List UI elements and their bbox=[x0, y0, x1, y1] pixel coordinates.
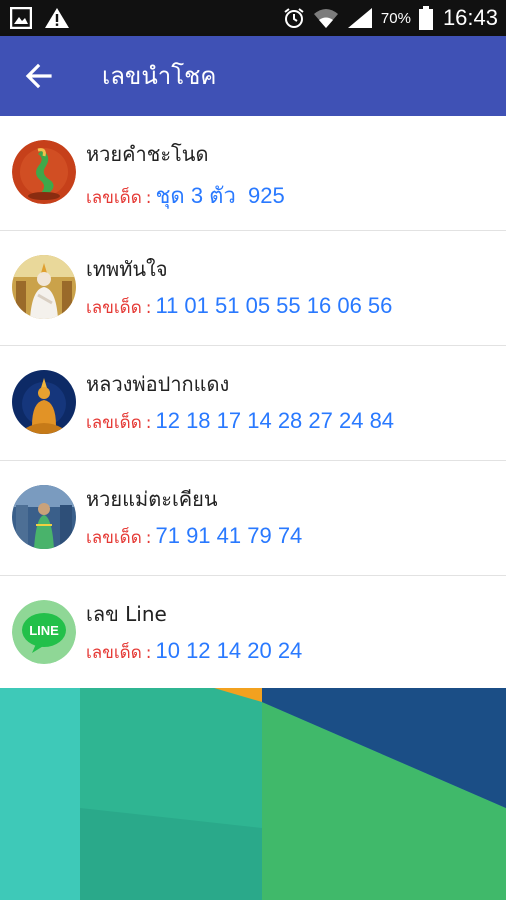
lucky-number-list: หวยคำชะโนด เลขเด็ด: ชุด 3 ตัว 925 เทพทันใ… bbox=[0, 116, 506, 691]
app-bar: เลขนำโชค bbox=[0, 36, 506, 116]
battery-percent: 70% bbox=[380, 9, 411, 27]
list-item[interactable]: หวยแม่ตะเคียน เลขเด็ด:71 91 41 79 74 bbox=[0, 461, 506, 576]
lucky-label: เลขเด็ด bbox=[86, 413, 142, 433]
back-button[interactable] bbox=[20, 58, 58, 94]
lucky-label: เลขเด็ด bbox=[86, 298, 142, 318]
item-detail: เลขเด็ด:71 91 41 79 74 bbox=[86, 523, 302, 551]
list-item[interactable]: หลวงพ่อปากแดง เลขเด็ด:12 18 17 14 28 27 … bbox=[0, 346, 506, 461]
buddha-avatar bbox=[12, 370, 76, 434]
lucky-label: เลขเด็ด bbox=[86, 188, 142, 208]
item-name: เทพทันใจ bbox=[86, 257, 168, 281]
item-detail: เลขเด็ด:11 01 51 05 55 16 06 56 bbox=[86, 293, 392, 321]
signal-icon bbox=[347, 8, 372, 28]
clock: 16:43 bbox=[442, 5, 498, 30]
wifi-icon bbox=[313, 9, 338, 28]
tree-spirit-avatar bbox=[12, 485, 76, 549]
lucky-numbers: 11 01 51 05 55 16 06 56 bbox=[155, 293, 393, 318]
item-name: เลข Line bbox=[86, 602, 167, 626]
label-separator: : bbox=[145, 298, 152, 318]
list-item[interactable]: LINE เลข Line เลขเด็ด:10 12 14 20 24 bbox=[0, 576, 506, 691]
line-logo-text: LINE bbox=[29, 623, 59, 638]
item-detail: เลขเด็ด: ชุด 3 ตัว 925 bbox=[86, 178, 285, 213]
lucky-numbers: 71 91 41 79 74 bbox=[155, 523, 303, 548]
item-detail: เลขเด็ด:10 12 14 20 24 bbox=[86, 638, 302, 666]
label-separator: : bbox=[145, 188, 152, 208]
item-name: หวยคำชะโนด bbox=[86, 142, 209, 166]
item-name: หวยแม่ตะเคียน bbox=[86, 487, 218, 511]
alarm-icon bbox=[284, 8, 304, 28]
list-item[interactable]: หวยคำชะโนด เลขเด็ด: ชุด 3 ตัว 925 bbox=[0, 116, 506, 231]
lucky-numbers: 12 18 17 14 28 27 24 84 bbox=[155, 408, 395, 433]
deity-avatar bbox=[12, 255, 76, 319]
system-icons: 70% 16:43 bbox=[283, 4, 498, 32]
warning-icon bbox=[45, 8, 69, 28]
page-title: เลขนำโชค bbox=[102, 62, 217, 90]
label-separator: : bbox=[145, 528, 152, 548]
status-bar: 70% 16:43 bbox=[0, 0, 506, 36]
battery-icon bbox=[418, 6, 433, 30]
label-separator: : bbox=[145, 643, 152, 663]
lucky-label: เลขเด็ด bbox=[86, 643, 142, 663]
notification-icons bbox=[10, 7, 70, 29]
image-icon bbox=[10, 7, 32, 29]
list-item[interactable]: เทพทันใจ เลขเด็ด:11 01 51 05 55 16 06 56 bbox=[0, 231, 506, 346]
lucky-numbers: ชุด 3 ตัว 925 bbox=[155, 183, 285, 208]
lucky-numbers: 10 12 14 20 24 bbox=[155, 638, 303, 663]
wallpaper-banner bbox=[0, 688, 506, 900]
item-name: หลวงพ่อปากแดง bbox=[86, 372, 230, 396]
naga-avatar bbox=[12, 140, 76, 204]
line-logo-avatar: LINE bbox=[12, 600, 76, 664]
item-detail: เลขเด็ด:12 18 17 14 28 27 24 84 bbox=[86, 408, 394, 436]
lucky-label: เลขเด็ด bbox=[86, 528, 142, 548]
arrow-left-icon bbox=[25, 63, 52, 89]
label-separator: : bbox=[145, 413, 152, 433]
